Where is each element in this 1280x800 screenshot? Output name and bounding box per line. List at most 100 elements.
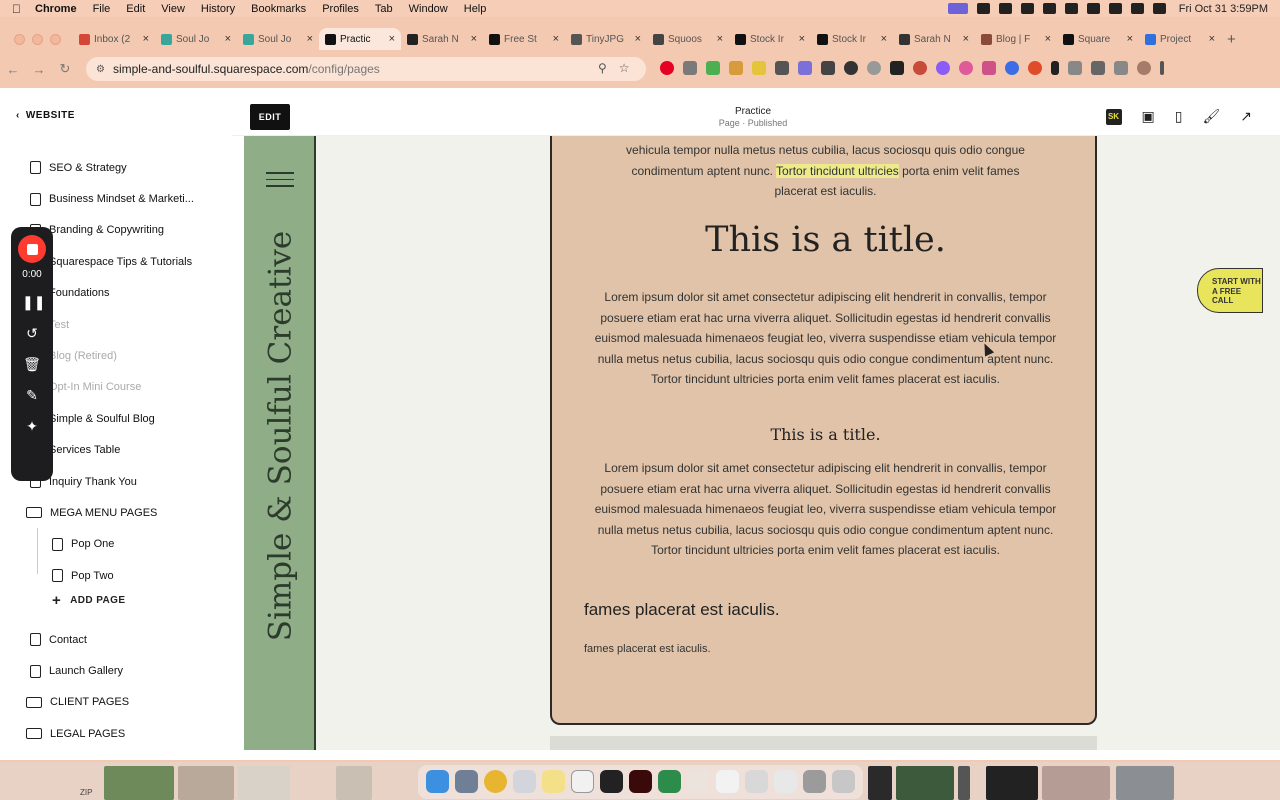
- monitor-icon[interactable]: [803, 770, 826, 793]
- grammarly-icon[interactable]: [658, 770, 681, 793]
- sk-extension-badge[interactable]: SK: [1105, 108, 1122, 125]
- back-arrow-icon[interactable]: ←: [0, 62, 26, 77]
- eyedropper-extension-icon[interactable]: [821, 61, 835, 75]
- reload-icon[interactable]: ↻: [52, 61, 78, 77]
- desktop-thumbnail[interactable]: [1116, 766, 1174, 800]
- illustrator-icon[interactable]: [629, 770, 652, 793]
- extension-icon[interactable]: [890, 61, 904, 75]
- launchpad-icon[interactable]: [513, 770, 536, 793]
- help-icon[interactable]: [687, 770, 710, 793]
- free-call-cta[interactable]: START WITH A FREE CALL: [1197, 268, 1263, 313]
- extension-icon[interactable]: [1005, 61, 1019, 75]
- desktop-thumbnail[interactable]: [958, 766, 970, 800]
- preview-icon[interactable]: [455, 770, 478, 793]
- address-bar[interactable]: ⚙ simple-and-soulful.squarespace.com /co…: [86, 57, 646, 81]
- browser-tab[interactable]: Inbox (2 ×: [73, 28, 155, 50]
- mobile-view-icon[interactable]: ▯: [1175, 108, 1183, 125]
- chrome-icon[interactable]: [484, 770, 507, 793]
- browser-tab[interactable]: Sarah N ×: [893, 28, 975, 50]
- battery-icon[interactable]: [1086, 3, 1100, 14]
- pause-icon[interactable]: ❚❚: [22, 294, 45, 311]
- browser-tab[interactable]: Practic ×: [319, 28, 401, 50]
- extension-icon[interactable]: [959, 61, 973, 75]
- browser-tab[interactable]: Soul Jo ×: [155, 28, 237, 50]
- trash-icon[interactable]: [832, 770, 855, 793]
- extension-icon[interactable]: [867, 61, 881, 75]
- edit-button[interactable]: EDIT: [250, 104, 290, 130]
- browser-tab[interactable]: Stock Ir ×: [811, 28, 893, 50]
- document-icon[interactable]: [716, 770, 739, 793]
- menu-view[interactable]: View: [161, 3, 185, 15]
- bookmark-star-icon[interactable]: ☆: [619, 61, 630, 75]
- close-tab-icon[interactable]: ×: [553, 33, 559, 45]
- apple-icon[interactable]: : [12, 2, 21, 16]
- browser-tab[interactable]: Blog | F ×: [975, 28, 1057, 50]
- sidebar-folder[interactable]: MEGA MENU PAGES: [0, 497, 232, 528]
- close-tab-icon[interactable]: ×: [389, 33, 395, 45]
- bookmark-icon[interactable]: [1091, 61, 1105, 75]
- desktop-view-icon[interactable]: ▣: [1142, 108, 1155, 125]
- figma-icon[interactable]: [600, 770, 623, 793]
- site-info-icon[interactable]: ⚙: [96, 64, 105, 75]
- desktop-thumbnail[interactable]: [238, 766, 290, 800]
- sidebar-page-item[interactable]: SEO & Strategy: [0, 152, 232, 183]
- desktop-thumbnail[interactable]: [104, 766, 174, 800]
- extension-icon[interactable]: [729, 61, 743, 75]
- extension-icon[interactable]: [913, 61, 927, 75]
- browser-tab[interactable]: Free St ×: [483, 28, 565, 50]
- menu-app-name[interactable]: Chrome: [35, 3, 77, 15]
- stop-recording-button[interactable]: [18, 235, 46, 263]
- sidebar-folder[interactable]: CLIENT PAGES: [0, 687, 232, 718]
- website-back-link[interactable]: ‹ WEBSITE: [16, 110, 75, 121]
- chrome-menu-icon[interactable]: [1160, 61, 1164, 75]
- close-tab-icon[interactable]: ×: [1045, 33, 1051, 45]
- extension-icon[interactable]: [752, 61, 766, 75]
- desktop-thumbnail[interactable]: [868, 766, 892, 800]
- new-tab-button[interactable]: +: [1227, 31, 1236, 48]
- trash-icon[interactable]: 🗑: [22, 356, 42, 373]
- tab-search-icon[interactable]: [1114, 61, 1128, 75]
- desktop-thumbnail[interactable]: [1042, 766, 1110, 800]
- restart-icon[interactable]: ↺: [22, 325, 42, 342]
- extension-icon[interactable]: [706, 61, 720, 75]
- add-page-button[interactable]: + ADD PAGE: [52, 592, 125, 609]
- menu-file[interactable]: File: [93, 3, 111, 15]
- browser-tab[interactable]: Square ×: [1057, 28, 1139, 50]
- wifi-icon[interactable]: [1108, 3, 1122, 14]
- document-icon[interactable]: [774, 770, 797, 793]
- design-brush-icon[interactable]: 🖌: [1202, 108, 1220, 125]
- sidebar-page-item[interactable]: Business Mindset & Marketi...: [0, 183, 232, 214]
- menu-clock[interactable]: Fri Oct 31 3:59PM: [1179, 3, 1268, 15]
- extension-icon[interactable]: [936, 61, 950, 75]
- notion-icon[interactable]: [571, 770, 594, 793]
- control-center-icon[interactable]: [1152, 3, 1166, 14]
- close-tab-icon[interactable]: ×: [143, 33, 149, 45]
- browser-tab[interactable]: TinyJPG ×: [565, 28, 647, 50]
- menu-history[interactable]: History: [201, 3, 235, 15]
- browser-tab[interactable]: Sarah N ×: [401, 28, 483, 50]
- search-icon[interactable]: [1130, 3, 1144, 14]
- notes-icon[interactable]: [542, 770, 565, 793]
- open-external-icon[interactable]: ↗: [1240, 108, 1252, 125]
- browser-tab[interactable]: Squoos ×: [647, 28, 729, 50]
- screenshot-icon[interactable]: [745, 770, 768, 793]
- hamburger-menu-icon[interactable]: [266, 172, 294, 192]
- sidebar-folder[interactable]: LEGAL PAGES: [0, 718, 232, 749]
- sidebar-page-item[interactable]: Contact: [0, 624, 232, 655]
- desktop-thumbnail[interactable]: [178, 766, 234, 800]
- close-tab-icon[interactable]: ×: [1127, 33, 1133, 45]
- settings-icon[interactable]: [1020, 3, 1034, 14]
- close-tab-icon[interactable]: ×: [635, 33, 641, 45]
- sidebar-page-item[interactable]: Launch Gallery: [0, 655, 232, 686]
- browser-tab[interactable]: Soul Jo ×: [237, 28, 319, 50]
- menu-bookmarks[interactable]: Bookmarks: [251, 3, 306, 15]
- bluetooth-icon[interactable]: [1064, 3, 1078, 14]
- extension-icon[interactable]: [982, 61, 996, 75]
- close-window-button[interactable]: [14, 33, 25, 45]
- menu-window[interactable]: Window: [409, 3, 448, 15]
- paw-logo-thumbnail[interactable]: [986, 766, 1038, 800]
- close-tab-icon[interactable]: ×: [717, 33, 723, 45]
- pencil-icon[interactable]: ✎: [22, 387, 42, 404]
- confetti-icon[interactable]: ✦: [22, 418, 42, 435]
- close-tab-icon[interactable]: ×: [799, 33, 805, 45]
